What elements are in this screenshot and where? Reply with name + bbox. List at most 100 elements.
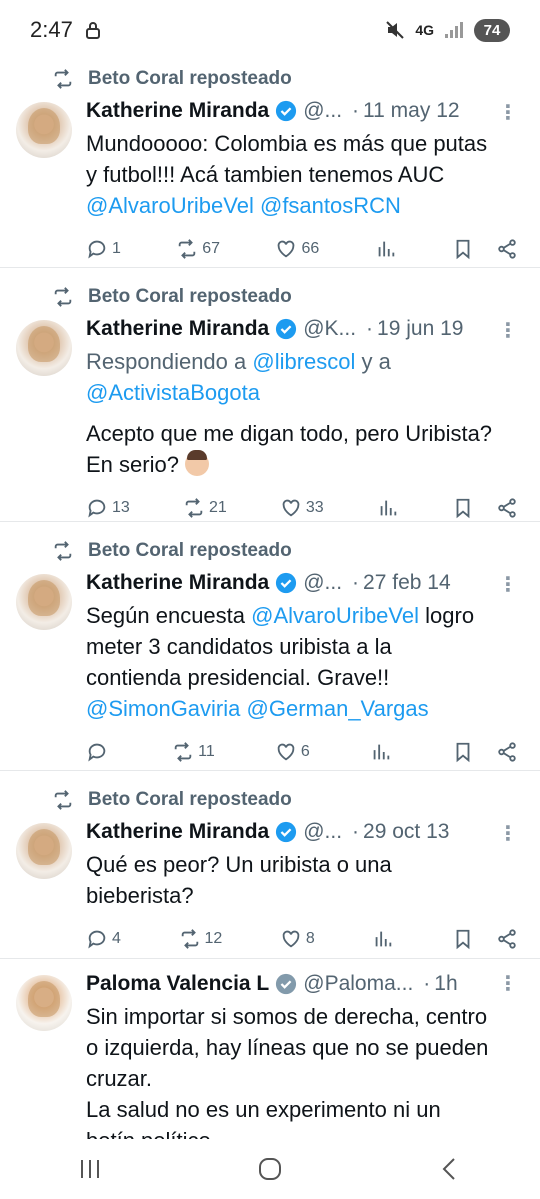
bookmark-button[interactable] <box>452 928 474 950</box>
home-icon[interactable] <box>256 1155 284 1183</box>
tweet-time[interactable]: 29 oct 13 <box>363 820 449 844</box>
repost-label: Beto Coral reposteado <box>88 286 292 307</box>
mention-link[interactable]: @SimonGaviria <box>86 696 240 721</box>
author-name[interactable]: Katherine Miranda <box>86 317 269 341</box>
author-name[interactable]: Paloma Valencia L <box>86 972 269 996</box>
like-button[interactable]: 33 <box>280 497 324 519</box>
avatar[interactable] <box>16 102 72 158</box>
reply-button[interactable] <box>86 741 112 763</box>
reply-button[interactable]: 1 <box>86 238 121 260</box>
avatar[interactable] <box>16 823 72 879</box>
more-options-icon[interactable]: ⋮ <box>498 100 518 125</box>
author-handle[interactable]: @Paloma... <box>303 972 413 996</box>
repost-button[interactable]: 67 <box>176 238 220 260</box>
tweet-header: Paloma Valencia L @Paloma... · 1h <box>86 967 524 1001</box>
repost-count: 11 <box>198 743 215 760</box>
repost-count: 67 <box>202 240 221 257</box>
recent-apps-icon[interactable] <box>76 1155 104 1183</box>
avatar[interactable] <box>16 574 72 630</box>
tweet-time[interactable]: 19 jun 19 <box>377 317 463 341</box>
avatar[interactable] <box>16 975 72 1031</box>
tweet-text-line: botín político. <box>86 1125 524 1139</box>
share-button[interactable] <box>496 741 518 763</box>
separator-dot: · <box>352 571 360 594</box>
network-label: 4G <box>415 22 434 38</box>
tweet-text-line: En serio? <box>86 452 179 477</box>
share-icon <box>498 239 516 259</box>
bookmark-button[interactable] <box>452 238 474 260</box>
repost-icon <box>181 929 198 949</box>
repost-icon <box>54 541 72 561</box>
bookmark-button[interactable] <box>452 741 474 763</box>
author-handle[interactable]: @... <box>303 571 342 595</box>
repost-label: Beto Coral reposteado <box>88 68 292 89</box>
views-button[interactable] <box>375 238 397 260</box>
back-icon[interactable] <box>436 1155 464 1183</box>
repost-button[interactable]: 11 <box>172 741 215 763</box>
more-options-icon[interactable]: ⋮ <box>498 971 518 996</box>
tweet[interactable]: Beto Coral reposteado Katherine Miranda … <box>0 60 540 268</box>
mention-link[interactable]: @fsantosRCN <box>260 193 401 218</box>
author-handle[interactable]: @... <box>303 99 342 123</box>
author-name[interactable]: Katherine Miranda <box>86 820 269 844</box>
like-button[interactable]: 8 <box>280 928 315 950</box>
tweet-text-line: La salud no es un experimento ni un <box>86 1097 441 1122</box>
repost-button[interactable]: 21 <box>183 497 227 519</box>
author-name[interactable]: Katherine Miranda <box>86 99 269 123</box>
share-button[interactable] <box>496 497 518 519</box>
mention-link[interactable]: @AlvaroUribeVel <box>86 193 254 218</box>
like-button[interactable]: 6 <box>275 741 310 763</box>
repost-label: Beto Coral reposteado <box>88 789 292 810</box>
views-button[interactable] <box>370 741 392 763</box>
author-name[interactable]: Katherine Miranda <box>86 571 269 595</box>
timeline-feed: Beto Coral reposteado Katherine Miranda … <box>0 60 540 1139</box>
tweet[interactable]: Beto Coral reposteado Katherine Miranda … <box>0 268 540 522</box>
repost-line: Beto Coral reposteado <box>16 64 524 94</box>
bookmark-icon <box>456 239 470 260</box>
views-button[interactable] <box>372 928 394 950</box>
views-icon <box>376 931 392 947</box>
tweet-text-line: Acepto que me digan todo, pero Uribista? <box>86 421 493 446</box>
views-button[interactable] <box>377 497 399 519</box>
share-button[interactable] <box>496 238 518 260</box>
more-options-icon[interactable]: ⋮ <box>498 572 518 597</box>
tweet-time[interactable]: 1h <box>434 972 457 996</box>
mention-link[interactable]: @AlvaroUribeVel <box>251 603 419 628</box>
like-count: 66 <box>301 240 320 257</box>
author-handle[interactable]: @K... <box>303 317 356 341</box>
author-handle[interactable]: @... <box>303 820 342 844</box>
tweet-text: Sin importar si somos de derecha, centro… <box>86 1001 524 1139</box>
reply-icon <box>88 743 106 762</box>
verified-badge-icon <box>276 318 297 340</box>
mention-link[interactable]: @librescol <box>252 349 355 374</box>
tweet-time[interactable]: 27 feb 14 <box>363 571 451 595</box>
reply-button[interactable]: 4 <box>86 928 121 950</box>
reply-button[interactable]: 13 <box>86 497 130 519</box>
tweet-text-line: Qué es peor? Un uribista o una <box>86 852 392 877</box>
tweet-text-segment: logro <box>425 603 475 628</box>
tweet[interactable]: Paloma Valencia L @Paloma... · 1h Sin im… <box>0 959 540 1139</box>
tweet-text-line: cruzar. <box>86 1066 153 1091</box>
tweet-header: Katherine Miranda @... · 11 may 12 <box>86 94 524 128</box>
more-options-icon[interactable]: ⋮ <box>498 821 518 846</box>
bookmark-button[interactable] <box>452 497 474 519</box>
repost-button[interactable]: 12 <box>179 928 222 950</box>
tweet[interactable]: Beto Coral reposteado Katherine Miranda … <box>0 522 540 771</box>
tweet-text-line: contienda presidencial. Grave!! <box>86 665 390 690</box>
lock-icon <box>85 22 100 39</box>
tweet-text-line: meter 3 candidatos uribista a la <box>86 634 392 659</box>
tweet-time[interactable]: 11 may 12 <box>363 99 460 123</box>
like-button[interactable]: 66 <box>275 238 319 260</box>
more-options-icon[interactable]: ⋮ <box>498 318 518 343</box>
share-button[interactable] <box>496 928 518 950</box>
tweet[interactable]: Beto Coral reposteado Katherine Miranda … <box>0 771 540 959</box>
mention-link[interactable]: @German_Vargas <box>247 696 429 721</box>
repost-icon <box>54 790 72 810</box>
reply-count: 13 <box>112 499 130 516</box>
status-bar: 2:47 4G 74 <box>0 0 540 60</box>
mention-link[interactable]: @ActivistaBogota <box>86 380 260 405</box>
share-icon <box>498 498 516 518</box>
avatar[interactable] <box>16 320 72 376</box>
bookmark-icon <box>456 498 470 519</box>
share-icon <box>498 929 516 949</box>
